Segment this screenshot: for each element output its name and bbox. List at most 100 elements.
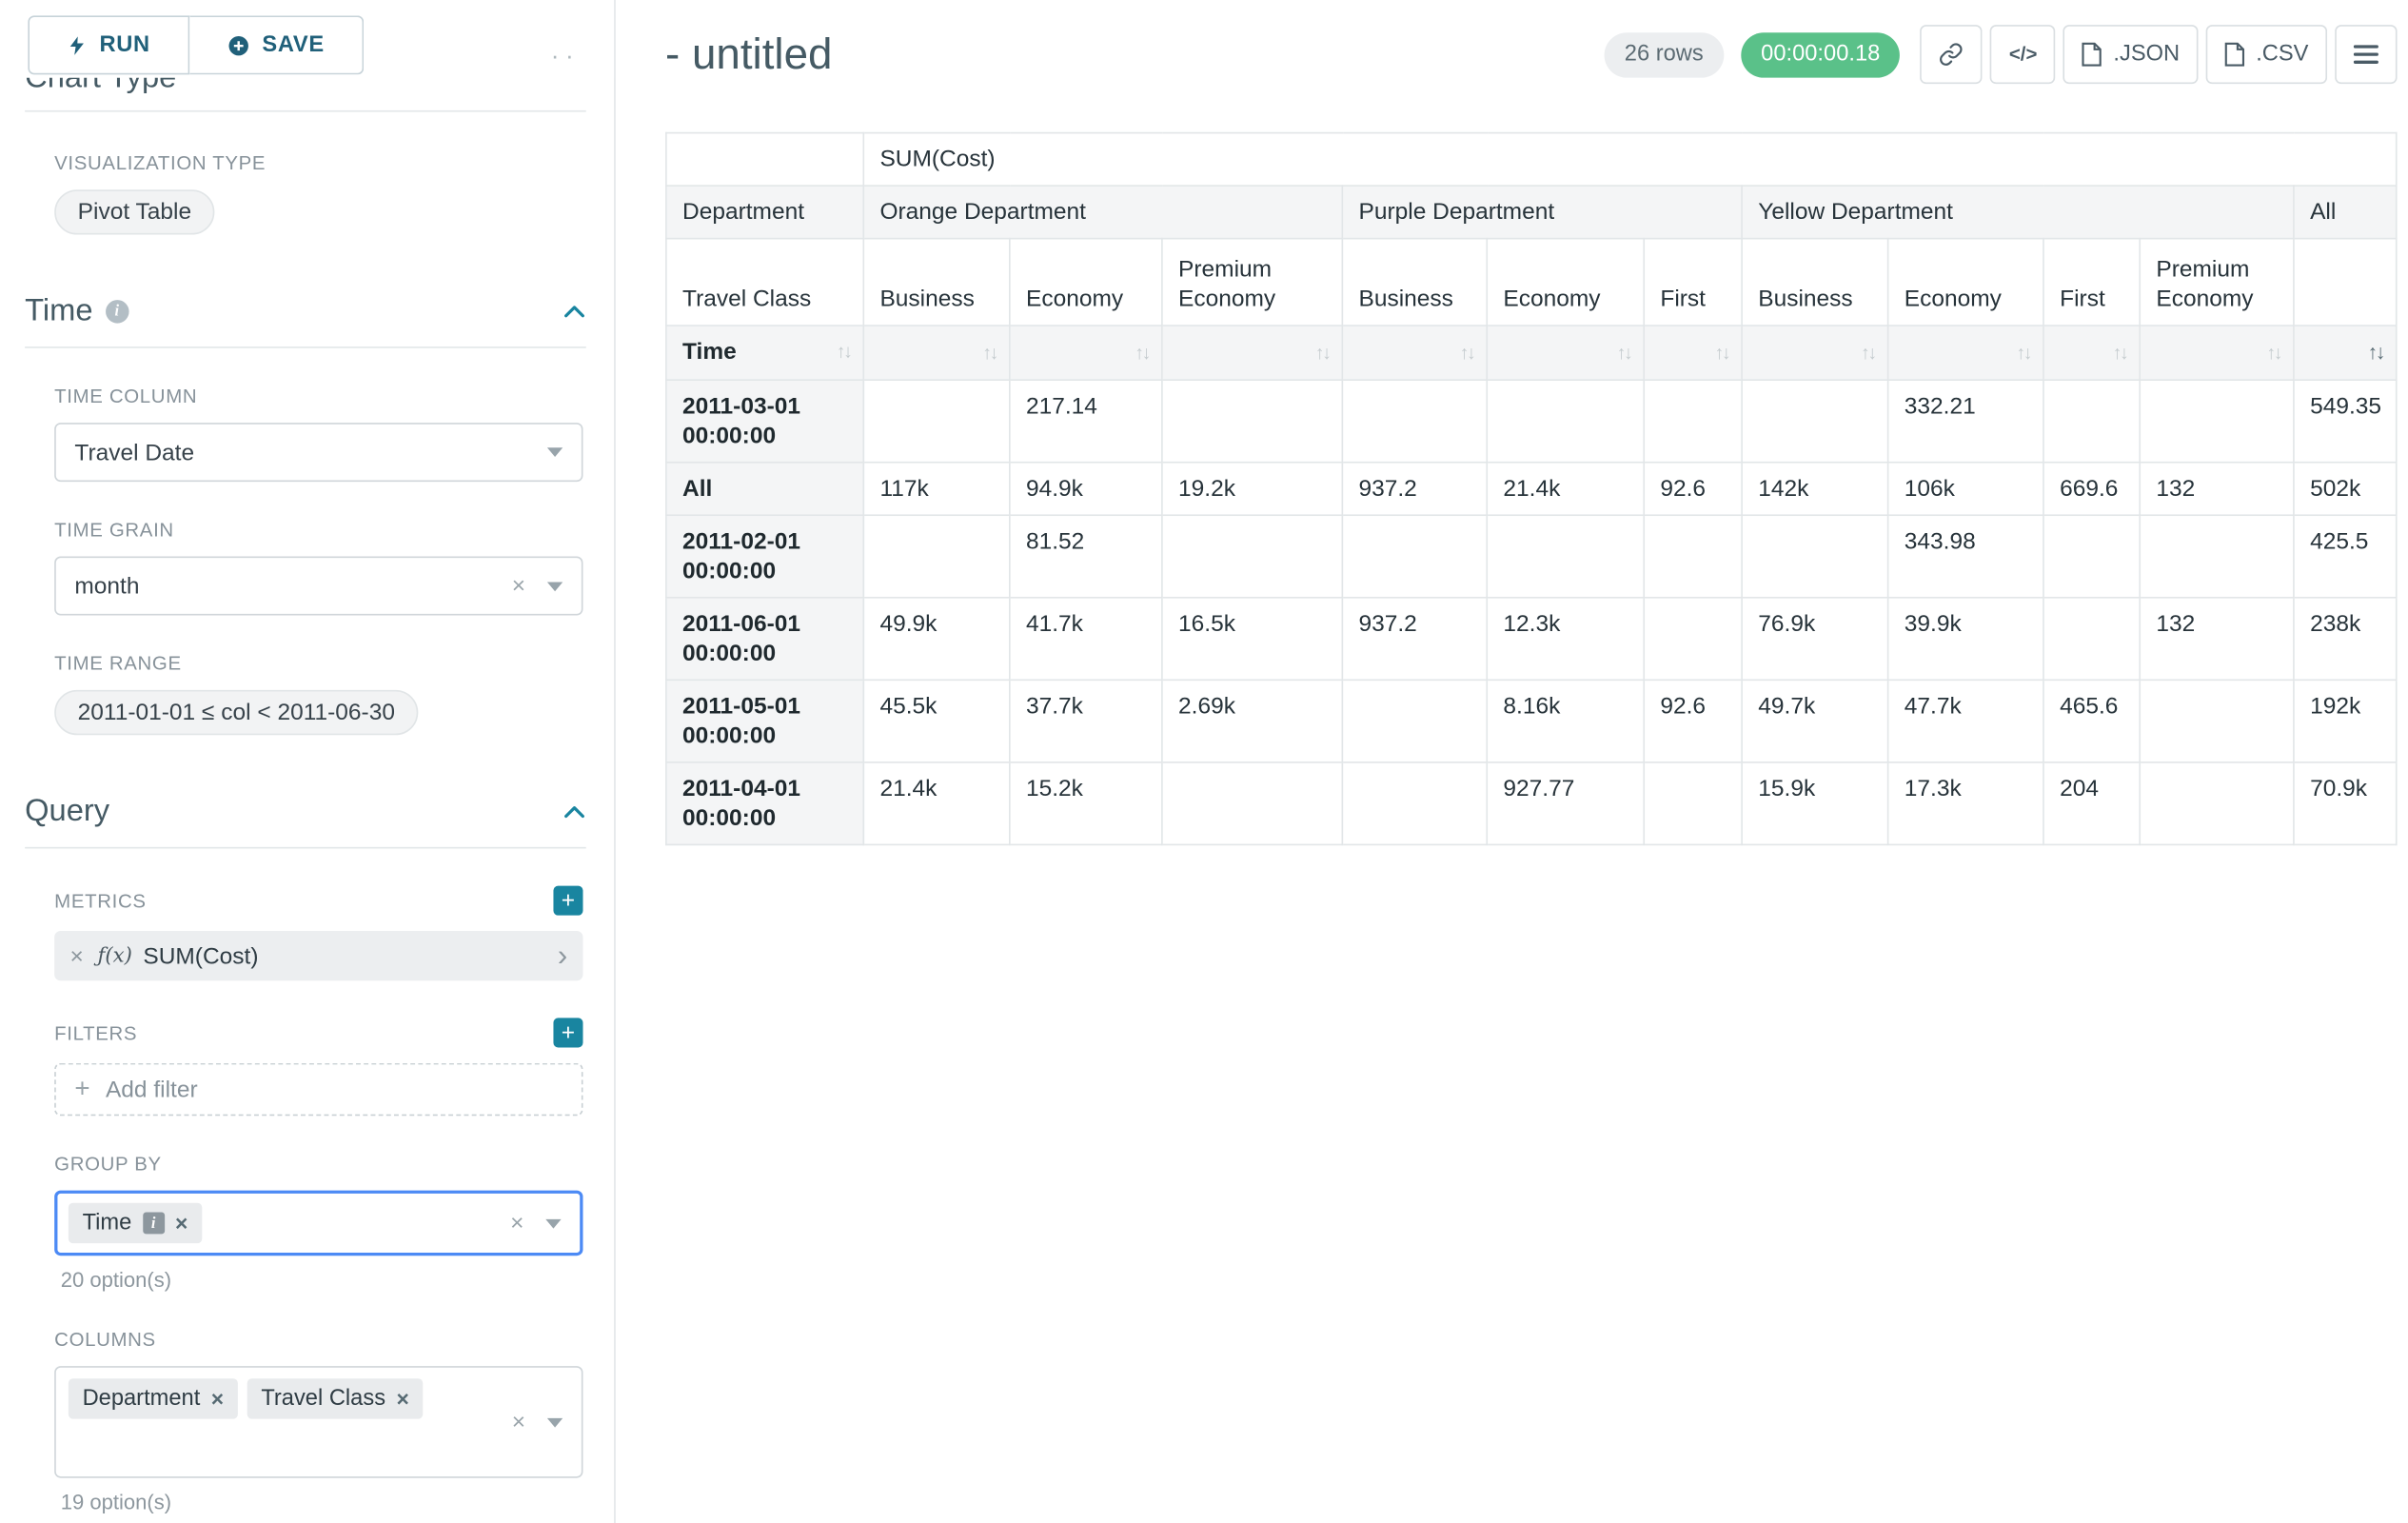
function-icon: ƒ(x): [98, 944, 132, 967]
pivot-value-cell: 117k: [863, 463, 1010, 516]
pivot-value-cell: 21.4k: [863, 762, 1010, 845]
share-link-button[interactable]: [1921, 25, 1983, 84]
pivot-value-cell: 49.9k: [863, 598, 1010, 681]
sort-toggle-icon[interactable]: ↑↓: [1715, 339, 1729, 368]
sort-toggle-icon[interactable]: ↑↓: [1315, 339, 1330, 368]
time-range-control: TIME RANGE 2011-01-01 ≤ col < 2011-06-30: [54, 653, 582, 736]
pivot-metric-row: SUM(Cost): [666, 133, 2397, 187]
chevron-down-icon: [545, 1218, 561, 1228]
pivot-department-axis-label: Department: [666, 186, 863, 239]
pivot-time-header-inner: Time ↑↓: [682, 337, 850, 366]
pivot-value-cell: 15.9k: [1742, 762, 1888, 845]
sort-toggle-icon[interactable]: ↑↓: [1460, 339, 1474, 368]
pivot-sort-cell: ↑↓: [1010, 326, 1162, 380]
chevron-down-icon: [547, 582, 563, 591]
save-button[interactable]: SAVE: [189, 15, 364, 74]
chevron-up-icon[interactable]: [563, 305, 585, 319]
pivot-sort-cell: ↑↓: [863, 326, 1010, 380]
pivot-sort-cell: ↑↓: [1162, 326, 1342, 380]
pivot-sort-cell: ↑↓: [1487, 326, 1644, 380]
pivot-value-cell: 238k: [2294, 598, 2397, 681]
pivot-value-cell: 192k: [2294, 680, 2397, 762]
pivot-value-cell: [2140, 762, 2294, 845]
app-root: RUN SAVE ·· Chart Type VISUALIZATION TYP…: [0, 0, 2408, 1523]
pivot-value-cell: 37.7k: [1010, 680, 1162, 762]
time-range-label: TIME RANGE: [54, 653, 582, 675]
run-button-label: RUN: [100, 32, 150, 57]
time-column-select[interactable]: Travel Date: [54, 423, 582, 482]
pivot-value-cell: 19.2k: [1162, 463, 1342, 516]
time-section-controls: TIME COLUMN Travel Date TIME GRAIN month…: [0, 386, 614, 735]
clear-icon[interactable]: ×: [512, 1411, 525, 1434]
time-section-header[interactable]: Time i: [25, 294, 586, 348]
group-by-label: GROUP BY: [54, 1153, 582, 1175]
clear-icon[interactable]: ×: [510, 1212, 523, 1235]
chevron-down-icon: [547, 1417, 563, 1427]
sort-toggle-icon[interactable]: ↑↓: [1861, 339, 1875, 368]
time-range-pill[interactable]: 2011-01-01 ≤ col < 2011-06-30: [54, 690, 418, 735]
export-json-label: .JSON: [2113, 42, 2180, 67]
menu-button[interactable]: [2335, 25, 2397, 84]
add-filter-plus-button[interactable]: +: [553, 1018, 582, 1047]
pivot-value-cell: 502k: [2294, 463, 2397, 516]
chart-type-section-heading: Chart Type: [25, 78, 586, 100]
selected-option-tag: Department×: [69, 1378, 238, 1418]
visualization-type-pill[interactable]: Pivot Table: [54, 189, 214, 234]
code-icon: </>: [2009, 44, 2038, 66]
pivot-value-cell: 549.35: [2294, 380, 2397, 463]
remove-metric-icon[interactable]: ×: [69, 942, 83, 969]
chart-title[interactable]: - untitled: [665, 30, 832, 79]
pivot-group-header: All: [2294, 186, 2397, 239]
pivot-sort-cell: ↑↓: [2140, 326, 2294, 380]
metric-chip[interactable]: × ƒ(x) SUM(Cost) ›: [54, 931, 582, 980]
pivot-value-cell: [1742, 380, 1888, 463]
sort-toggle-icon[interactable]: ↑↓: [2113, 339, 2127, 368]
pivot-value-cell: 92.6: [1644, 463, 1742, 516]
add-metric-button[interactable]: +: [553, 886, 582, 916]
pivot-class-header: Premium Economy: [2140, 239, 2294, 326]
info-icon: i: [106, 300, 128, 323]
pivot-value-cell: 132: [2140, 598, 2294, 681]
query-section-header[interactable]: Query: [25, 794, 586, 848]
pivot-row-header: 2011-04-01 00:00:00: [666, 762, 863, 845]
sort-toggle-icon[interactable]: ↑↓: [2016, 339, 2030, 368]
add-filter-label: Add filter: [106, 1077, 198, 1103]
remove-tag-icon[interactable]: ×: [396, 1388, 408, 1410]
export-csv-button[interactable]: .CSV: [2206, 25, 2327, 84]
chevron-up-icon[interactable]: [563, 805, 585, 820]
sort-toggle-icon[interactable]: ↑↓: [2266, 339, 2280, 368]
pivot-value-cell: [863, 515, 1010, 598]
columns-select[interactable]: Department×Travel Class× ×: [54, 1366, 582, 1478]
run-button[interactable]: RUN: [28, 15, 188, 74]
sort-toggle-icon[interactable]: ↑↓: [982, 339, 997, 368]
remove-tag-icon[interactable]: ×: [211, 1388, 224, 1410]
time-grain-select[interactable]: month ×: [54, 557, 582, 616]
hamburger-icon: [2354, 44, 2378, 66]
pivot-group-header: Purple Department: [1342, 186, 1742, 239]
remove-tag-icon[interactable]: ×: [175, 1213, 188, 1235]
pivot-class-header: Business: [1742, 239, 1888, 326]
pivot-value-cell: 8.16k: [1487, 680, 1644, 762]
sort-toggle-icon[interactable]: ↑↓: [1135, 339, 1149, 368]
pivot-value-cell: 45.5k: [863, 680, 1010, 762]
export-json-button[interactable]: .JSON: [2063, 25, 2199, 84]
selected-option-tag: Travel Class×: [247, 1378, 424, 1418]
pivot-value-cell: [2140, 515, 2294, 598]
group-by-select[interactable]: Timei× ×: [54, 1191, 582, 1256]
view-query-button[interactable]: </>: [1990, 25, 2056, 84]
pivot-sort-cell: ↑↓: [1742, 326, 1888, 380]
pivot-value-cell: [2043, 380, 2140, 463]
pivot-row-header: All: [666, 463, 863, 516]
pivot-travel-class-axis-label: Travel Class: [666, 239, 863, 326]
sort-toggle-icon[interactable]: ↑↓: [837, 337, 851, 366]
pivot-time-label: Time: [682, 337, 737, 366]
pivot-value-cell: [1487, 515, 1644, 598]
pivot-class-header: First: [2043, 239, 2140, 326]
clear-icon[interactable]: ×: [512, 574, 525, 597]
pivot-value-cell: [1644, 380, 1742, 463]
add-filter-button[interactable]: + Add filter: [54, 1063, 582, 1117]
sort-toggle-icon[interactable]: ↑↓: [1617, 339, 1631, 368]
pivot-value-cell: 15.2k: [1010, 762, 1162, 845]
sort-descending-icon[interactable]: ↑↓: [2368, 337, 2383, 366]
selected-option-tag: Timei×: [69, 1203, 202, 1243]
